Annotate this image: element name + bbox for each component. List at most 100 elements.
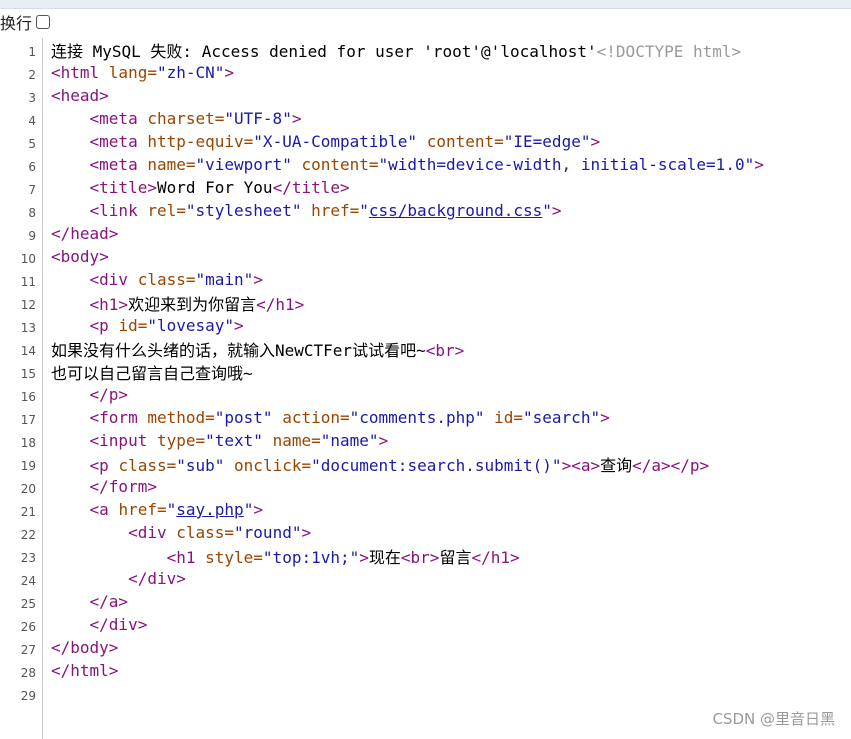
line-code: <input type="text" name="name"> <box>51 431 389 450</box>
code-token: id= <box>484 408 524 427</box>
line-number: 11 <box>20 274 36 289</box>
code-token: "viewport" <box>195 155 292 174</box>
code-token: class= <box>118 455 177 475</box>
line-number: 22 <box>20 527 36 542</box>
source-line: 16 </p> <box>0 383 851 406</box>
source-line: 11 <div class="main"> <box>0 268 851 291</box>
code-token: > <box>590 132 601 151</box>
code-token: <body> <box>51 247 109 266</box>
code-token: <br> <box>400 547 440 567</box>
code-token: <!DOCTYPE html> <box>596 41 742 61</box>
line-code: </div> <box>51 615 148 634</box>
code-token: <h1> <box>89 294 129 314</box>
code-token: "post" <box>214 408 273 427</box>
code-token: "round" <box>234 523 302 542</box>
source-line: 27 </body> <box>0 636 851 659</box>
line-wrap-label: 换行 <box>0 14 33 33</box>
code-token: > <box>253 270 263 289</box>
line-code: <div class="round"> <box>51 523 311 542</box>
source-line: 9 </head> <box>0 222 851 245</box>
code-token: </body> <box>51 638 119 657</box>
code-token: > <box>359 547 369 567</box>
code-token: 欢迎来到为你留言 <box>128 294 257 314</box>
code-token: " <box>542 201 552 220</box>
line-number: 7 <box>28 182 36 197</box>
source-line: 18 <input type="text" name="name"> <box>0 429 851 452</box>
line-number: 1 <box>28 44 36 59</box>
source-line: 21 <a href="say.php"> <box>0 498 851 521</box>
line-code: </a> <box>51 592 129 611</box>
code-token: id= <box>118 316 148 335</box>
source-line: 10 <body> <box>0 245 851 268</box>
code-token: > <box>301 523 312 542</box>
code-token: type= <box>156 431 206 450</box>
source-link[interactable]: say.php <box>176 500 243 519</box>
source-line: 22 <div class="round"> <box>0 521 851 544</box>
code-token: "lovesay" <box>147 316 235 335</box>
source-line: 5 <meta http-equiv="X-UA-Compatible" con… <box>0 130 851 153</box>
code-token: "search" <box>523 408 601 427</box>
line-code: </p> <box>51 385 129 404</box>
code-token: </a></p> <box>632 455 710 475</box>
line-code: </form> <box>51 477 157 496</box>
code-token: "comments.php" <box>349 408 485 427</box>
code-token: 也可以自己留言自己查询哦~ <box>51 363 253 383</box>
line-code: <meta charset="UTF-8"> <box>51 109 302 128</box>
source-line: 13 <p id="lovesay"> <box>0 314 851 337</box>
code-token: "UTF-8" <box>224 109 292 128</box>
line-number: 19 <box>20 458 36 473</box>
source-line: 24 </div> <box>0 567 851 590</box>
code-token: </title> <box>272 178 350 197</box>
line-number: 28 <box>20 665 36 680</box>
code-token: method= <box>147 408 215 427</box>
source-line: 7 <title>Word For You</title> <box>0 176 851 199</box>
code-token: > <box>224 63 235 82</box>
code-token: "stylesheet" <box>185 201 302 220</box>
code-token: charset= <box>147 109 225 128</box>
line-number: 4 <box>28 113 36 128</box>
code-token: > <box>754 155 764 174</box>
line-code: <html lang="zh-CN"> <box>51 63 234 82</box>
line-number: 10 <box>20 251 36 266</box>
source-line: 26 </div> <box>0 613 851 636</box>
code-token: > <box>291 109 302 128</box>
code-token: </h1> <box>471 547 520 567</box>
code-token: "top:1vh;" <box>262 547 360 567</box>
code-token: <title> <box>89 178 157 197</box>
line-code: <form method="post" action="comments.php… <box>51 408 610 427</box>
code-token: "IE=edge" <box>503 132 591 151</box>
source-line: 1 连接 MySQL 失败: Access denied for user 'ro… <box>0 38 851 61</box>
code-token: <link <box>89 201 148 220</box>
code-token: ><a> <box>561 455 601 475</box>
line-number: 18 <box>20 435 36 450</box>
code-token: content= <box>417 132 504 151</box>
code-token: </h1> <box>256 294 305 314</box>
code-token: </p> <box>89 385 129 404</box>
code-token: http-equiv= <box>147 132 254 151</box>
code-token: <head> <box>51 86 109 105</box>
code-token: 现在 <box>368 547 401 567</box>
line-code: 如果没有什么头绪的话，就输入NewCTFer试试看吧~<br> <box>51 337 464 361</box>
code-token: 如果没有什么头绪的话，就输入NewCTFer试试看吧~ <box>51 340 426 360</box>
line-code: <a href="say.php"> <box>51 500 263 519</box>
code-token: <p <box>89 455 119 475</box>
code-token: class= <box>137 270 196 289</box>
source-code-view[interactable]: 1 连接 MySQL 失败: Access denied for user 'ro… <box>0 38 851 739</box>
code-token: > <box>253 500 263 519</box>
line-code: </head> <box>51 224 118 243</box>
code-token: name= <box>262 431 321 450</box>
line-code: <p id="lovesay"> <box>51 316 244 335</box>
code-token: href= <box>118 500 167 519</box>
code-token: style= <box>205 547 263 567</box>
source-line: 12 <h1>欢迎来到为你留言</h1> <box>0 291 851 314</box>
source-line: 15 也可以自己留言自己查询哦~ <box>0 360 851 383</box>
source-link[interactable]: css/background.css <box>369 201 542 220</box>
code-token: </html> <box>51 661 119 680</box>
line-wrap-checkbox[interactable] <box>36 15 51 29</box>
